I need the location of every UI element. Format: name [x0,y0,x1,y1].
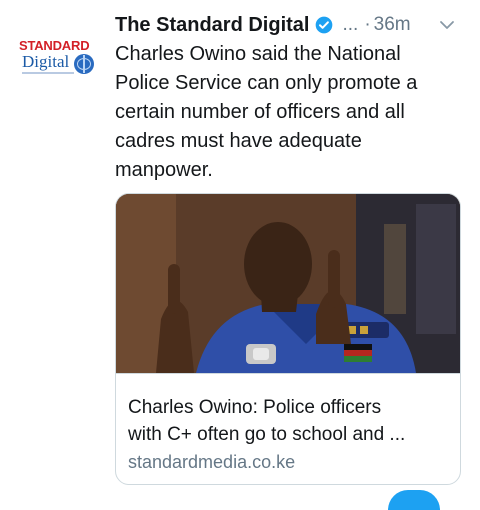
separator-dot: · [364,14,371,35]
author-handle[interactable]: ... [342,14,358,36]
avatar[interactable]: STANDARD Digital [16,34,100,82]
card-title: Charles Owino: Police officers with C+ o… [128,394,453,448]
card-meta[interactable]: Charles Owino: Police officers with C+ o… [116,373,460,484]
logo-tagline [22,72,74,74]
tweet-text-line: Charles Owino said the National [115,43,401,65]
tweet-text-line: Police Service can only promote a [115,72,418,94]
tweet-text: Charles Owino said the National Police S… [115,40,465,185]
tweet-text-line: certain number of officers and all [115,101,405,123]
card-title-line: Charles Owino: Police officers [128,397,382,418]
card-image-illustration [116,194,460,373]
logo-wordmark-bottom: Digital [22,52,70,71]
logo-wordmark-top: STANDARD [19,38,90,53]
verified-badge-icon [316,16,333,34]
card-domain: standardmedia.co.ke [128,452,296,472]
card-title-line: with C+ often go to school and ... [128,424,406,445]
tweet-header: The Standard Digital ... · 36m [115,10,465,40]
timestamp[interactable]: 36m [374,14,411,36]
tweet-text-line: manpower. [115,159,213,181]
tweet[interactable]: STANDARD Digital The Standard Digital ..… [0,0,480,510]
author-name[interactable]: The Standard Digital [115,14,309,37]
card-image[interactable] [116,194,460,373]
chevron-down-icon[interactable] [439,17,455,33]
tweet-text-line: cadres must have adequate [115,130,362,152]
globe-icon [74,54,94,74]
compose-button-partial[interactable] [388,490,440,510]
link-card[interactable]: Charles Owino: Police officers with C+ o… [115,193,461,485]
